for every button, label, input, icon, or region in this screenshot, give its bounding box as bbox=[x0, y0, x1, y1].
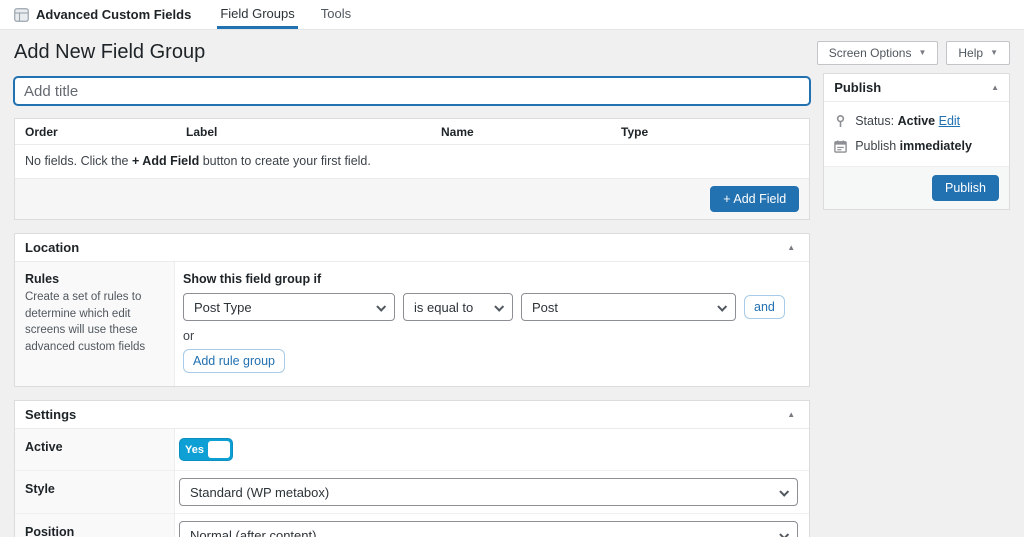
publish-box-title: Publish bbox=[834, 80, 881, 95]
settings-title: Settings bbox=[25, 407, 76, 422]
help-button[interactable]: Help ▼ bbox=[946, 41, 1010, 65]
status-row: Status: Active Edit bbox=[834, 114, 999, 128]
setting-row-position: Position Normal (after content) bbox=[15, 514, 809, 537]
add-rule-group-button[interactable]: Add rule group bbox=[183, 349, 285, 373]
rule-operator-select[interactable]: is equal to bbox=[403, 293, 513, 321]
fields-panel: Order Label Name Type No fields. Click t… bbox=[14, 118, 810, 220]
publish-box: Publish ▲ Status: Active Edit bbox=[823, 73, 1010, 210]
chevron-down-icon bbox=[779, 486, 789, 496]
status-edit-link[interactable]: Edit bbox=[939, 114, 961, 128]
no-fields-suffix: button to create your first field. bbox=[199, 154, 371, 168]
setting-row-active: Active Yes bbox=[15, 429, 809, 471]
page-header: Add New Field Group Screen Options ▼ Hel… bbox=[14, 35, 1010, 70]
admin-toolbar: Advanced Custom Fields Field Groups Tool… bbox=[0, 0, 1024, 30]
or-label: or bbox=[183, 329, 795, 343]
screen-options-label: Screen Options bbox=[829, 46, 912, 60]
publish-footer: Publish bbox=[824, 166, 1009, 209]
column-order: Order bbox=[25, 125, 186, 139]
active-toggle[interactable]: Yes bbox=[179, 438, 233, 461]
style-select[interactable]: Standard (WP metabox) bbox=[179, 478, 798, 506]
chevron-down-icon bbox=[376, 301, 386, 311]
and-rule-button[interactable]: and bbox=[744, 295, 785, 319]
schedule-text: Publish immediately bbox=[855, 139, 972, 153]
chevron-down-icon bbox=[494, 301, 504, 311]
rule-param-value: Post Type bbox=[194, 300, 252, 315]
publish-button[interactable]: Publish bbox=[932, 175, 999, 201]
location-panel: Location ▲ Rules Create a set of rules t… bbox=[14, 233, 810, 387]
screen-options-button[interactable]: Screen Options ▼ bbox=[817, 41, 939, 65]
chevron-down-icon: ▼ bbox=[990, 49, 998, 57]
help-label: Help bbox=[958, 46, 983, 60]
no-fields-bold: + Add Field bbox=[132, 154, 199, 168]
setting-row-style: Style Standard (WP metabox) bbox=[15, 471, 809, 514]
rule-value-value: Post bbox=[532, 300, 558, 315]
add-field-button[interactable]: + Add Field bbox=[710, 186, 799, 212]
active-label: Active bbox=[15, 429, 175, 470]
rules-description: Create a set of rules to determine which… bbox=[25, 289, 164, 356]
fields-table-header: Order Label Name Type bbox=[15, 119, 809, 145]
column-type: Type bbox=[621, 125, 809, 139]
settings-panel: Settings ▲ Active Yes Style bbox=[14, 400, 810, 537]
style-select-value: Standard (WP metabox) bbox=[190, 485, 329, 500]
acf-logo-icon bbox=[14, 8, 29, 22]
chevron-down-icon: ▼ bbox=[918, 49, 926, 57]
rule-row: Post Type is equal to Post a bbox=[183, 293, 795, 321]
position-select[interactable]: Normal (after content) bbox=[179, 521, 798, 537]
style-label: Style bbox=[15, 471, 175, 513]
tab-field-groups-label: Field Groups bbox=[220, 6, 294, 21]
page-title: Add New Field Group bbox=[14, 41, 205, 64]
collapse-icon[interactable]: ▲ bbox=[787, 244, 795, 252]
column-label: Label bbox=[186, 125, 441, 139]
pin-icon bbox=[834, 114, 847, 128]
location-title: Location bbox=[25, 240, 79, 255]
acf-brand: Advanced Custom Fields bbox=[14, 0, 191, 29]
title-input[interactable] bbox=[14, 77, 810, 105]
tab-field-groups[interactable]: Field Groups bbox=[217, 0, 297, 29]
brand-label: Advanced Custom Fields bbox=[36, 7, 191, 22]
status-value: Active bbox=[898, 114, 936, 128]
status-text: Status: Active Edit bbox=[855, 114, 960, 128]
collapse-icon[interactable]: ▲ bbox=[991, 84, 999, 92]
schedule-row: Publish immediately bbox=[834, 139, 999, 153]
no-fields-text: No fields. Click the bbox=[25, 154, 132, 168]
rule-param-select[interactable]: Post Type bbox=[183, 293, 395, 321]
chevron-down-icon bbox=[717, 301, 727, 311]
toggle-knob bbox=[208, 441, 230, 458]
collapse-icon[interactable]: ▲ bbox=[787, 411, 795, 419]
column-name: Name bbox=[441, 125, 621, 139]
rule-value-select[interactable]: Post bbox=[521, 293, 736, 321]
no-fields-message: No fields. Click the + Add Field button … bbox=[15, 145, 809, 179]
rule-operator-value: is equal to bbox=[414, 300, 473, 315]
toggle-on-label: Yes bbox=[180, 444, 209, 456]
rules-description-cell: Rules Create a set of rules to determine… bbox=[15, 262, 175, 386]
schedule-bold: immediately bbox=[900, 139, 972, 153]
calendar-icon bbox=[834, 140, 847, 153]
chevron-down-icon bbox=[779, 529, 789, 537]
tab-tools[interactable]: Tools bbox=[318, 0, 354, 29]
tab-tools-label: Tools bbox=[321, 6, 351, 21]
status-label: Status: bbox=[855, 114, 894, 128]
schedule-prefix: Publish bbox=[855, 139, 899, 153]
position-label: Position bbox=[15, 514, 175, 537]
fields-footer: + Add Field bbox=[15, 179, 809, 219]
condition-label: Show this field group if bbox=[183, 272, 795, 286]
position-select-value: Normal (after content) bbox=[190, 528, 316, 537]
rules-heading: Rules bbox=[25, 272, 164, 286]
